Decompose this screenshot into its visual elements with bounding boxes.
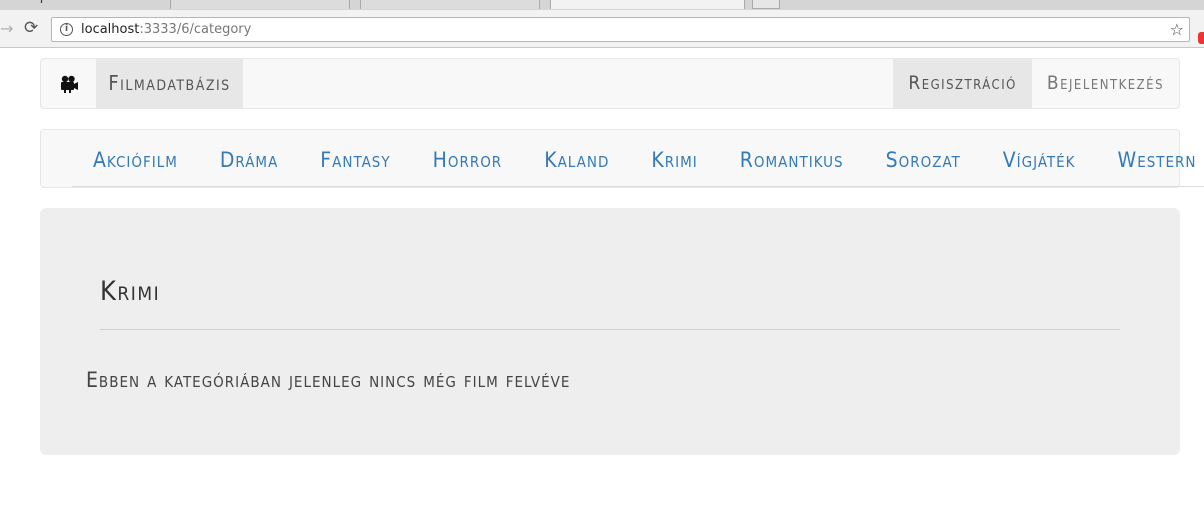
url-path: :3333/6/category: [139, 22, 252, 37]
address-bar[interactable]: i localhost:3333/6/category ☆: [51, 17, 1190, 42]
category-navbar: Akciófilm Dráma Fantasy Horror Kaland Kr…: [40, 129, 1204, 188]
forward-arrow-icon[interactable]: →: [0, 19, 13, 38]
url-text[interactable]: localhost:3333/6/category: [81, 22, 251, 37]
info-icon[interactable]: i: [60, 23, 73, 36]
extension-icon[interactable]: [1198, 32, 1204, 44]
reload-icon[interactable]: ⟳: [24, 18, 38, 38]
video-camera-icon[interactable]: [41, 59, 96, 108]
category-list: Akciófilm Dráma Fantasy Horror Kaland Kr…: [72, 130, 1204, 187]
divider: [100, 329, 1120, 330]
star-icon[interactable]: ☆: [1170, 20, 1184, 39]
browser-tab-active[interactable]: Filmadatbázis: [550, 0, 745, 9]
browser-tab[interactable]: Components · Boot: [0, 0, 160, 9]
category-link-sorozat[interactable]: Sorozat: [865, 130, 982, 187]
category-link-vigjatek[interactable]: Vígjáték: [982, 130, 1097, 187]
category-link-western[interactable]: Western: [1097, 130, 1204, 187]
category-panel: Krimi Ebben a kategóriában jelenleg ninc…: [40, 208, 1180, 455]
auth-nav: Regisztráció Bejelentkezés: [893, 59, 1179, 108]
top-navbar: Filmadatbázis Regisztráció Bejelentkezés: [40, 58, 1180, 109]
category-link-romantikus[interactable]: Romantikus: [719, 130, 865, 187]
login-link[interactable]: Bejelentkezés: [1032, 59, 1179, 108]
category-link-krimi[interactable]: Krimi: [630, 130, 718, 187]
browser-tab-strip: Components · Boot localhost GitHub - cic…: [0, 0, 1204, 10]
empty-message: Ebben a kategóriában jelenleg nincs még …: [86, 368, 571, 392]
browser-toolbar: → ⟳ i localhost:3333/6/category ☆: [0, 10, 1204, 48]
category-link-akciofilm[interactable]: Akciófilm: [72, 130, 199, 187]
category-link-horror[interactable]: Horror: [412, 130, 524, 187]
category-link-fantasy[interactable]: Fantasy: [299, 130, 411, 187]
brand-link[interactable]: Filmadatbázis: [96, 59, 243, 108]
new-tab-button[interactable]: [752, 0, 780, 9]
page-title: Krimi: [100, 276, 161, 307]
category-link-drama[interactable]: Dráma: [199, 130, 299, 187]
category-link-kaland[interactable]: Kaland: [523, 130, 630, 187]
register-link[interactable]: Regisztráció: [893, 59, 1032, 108]
browser-tab[interactable]: localhost: [170, 0, 350, 9]
browser-tab[interactable]: GitHub - cic16b101: [360, 0, 540, 9]
url-host: localhost: [81, 22, 140, 37]
